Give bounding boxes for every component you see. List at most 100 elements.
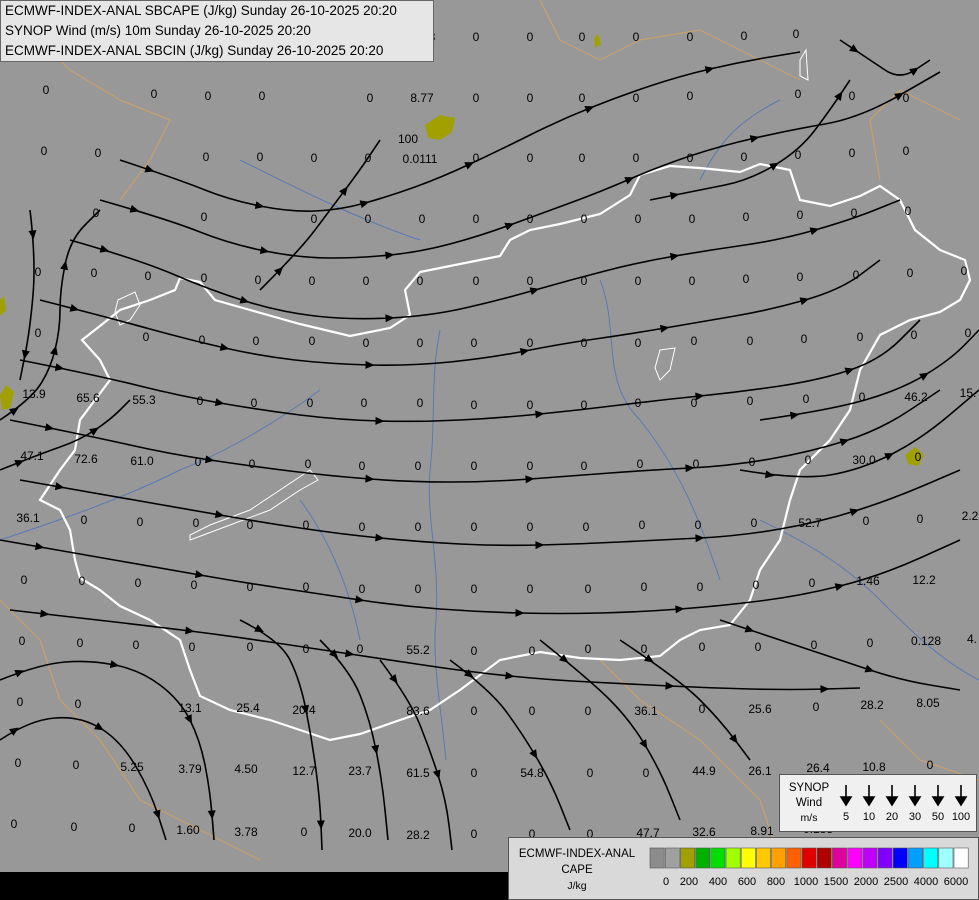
cape-value-label: 0	[529, 704, 536, 718]
cape-value-label: 0	[853, 268, 860, 282]
cape-value-label: 13.1	[178, 701, 202, 715]
cape-value-label: 0	[863, 514, 870, 528]
cape-color-swatch	[664, 847, 680, 869]
cape-color-swatch	[680, 847, 695, 869]
cape-value-label: 0	[151, 87, 158, 101]
cape-value-label: 0	[81, 513, 88, 527]
cape-value-label: 0	[135, 576, 142, 590]
map-canvas[interactable]: 000008.77000000000004e-080000001000.0111…	[0, 0, 979, 900]
cape-value-label: 0	[803, 392, 810, 406]
cape-color-swatch	[862, 847, 878, 869]
cape-value-label: 23.7	[348, 764, 372, 778]
cape-color-swatch	[695, 847, 711, 869]
cape-value-label: 0	[527, 459, 534, 473]
cape-value-label: 0	[741, 150, 748, 164]
cape-value-label: 0	[21, 573, 28, 587]
wind-speed-100: 100	[951, 811, 971, 823]
cape-value-label: 8.91	[750, 824, 774, 838]
cape-value-label: 0	[307, 396, 314, 410]
cape-value-label: 0	[961, 264, 968, 278]
cape-value-label: 4.50	[234, 762, 258, 776]
cape-value-label: 0	[193, 516, 200, 530]
cape-value-label: 0	[527, 520, 534, 534]
cape-value-label: 0	[17, 695, 24, 709]
cape-value-label: 0	[797, 208, 804, 222]
cape-value-label: 0	[471, 766, 478, 780]
synop-legend-subtitle: Wind	[795, 797, 823, 809]
cape-value-label: 0	[585, 642, 592, 656]
cape-value-label: 55.3	[132, 393, 156, 407]
cape-value-label: 0	[641, 642, 648, 656]
cape-value-label: 61.0	[130, 454, 154, 468]
cape-value-label: 0	[581, 212, 588, 226]
cape-value-label: 0	[75, 697, 82, 711]
wind-speed-50: 50	[931, 811, 945, 823]
cape-value-label: 0	[415, 582, 422, 596]
cape-value-label: 0	[251, 396, 258, 410]
cape-color-scale	[649, 847, 969, 869]
cape-value-label: 0	[309, 274, 316, 288]
cape-color-swatch	[923, 847, 939, 869]
cape-value-label: 61.5	[406, 766, 430, 780]
cape-value-label: 0	[691, 334, 698, 348]
cape-value-label: 3.79	[178, 762, 202, 776]
cape-color-swatch	[771, 847, 787, 869]
cape-value-label: 0	[197, 394, 204, 408]
cape-color-swatch	[938, 847, 954, 869]
cape-value-label: 0	[579, 151, 586, 165]
cape-color-swatch	[756, 847, 771, 869]
cape-value-label: 100	[398, 132, 418, 146]
cape-value-label: 0	[15, 756, 22, 770]
cape-value-label: 0	[587, 766, 594, 780]
cape-value-label: 0	[473, 91, 480, 105]
cape-value-label: 0	[747, 394, 754, 408]
cape-color-swatch	[740, 847, 756, 869]
cape-value-label: 0	[903, 144, 910, 158]
cape-value-label: 20.0	[348, 826, 372, 840]
weather-map-viewer: 000008.77000000000004e-080000001000.0111…	[0, 0, 979, 900]
cape-color-legend: ECMWF-INDEX-ANAL CAPE J/kg 0 200 400 600 800…	[508, 837, 979, 900]
cape-value-label: 0	[417, 274, 424, 288]
cape-value-label: 0	[205, 89, 212, 103]
cape-value-label: 0	[35, 265, 42, 279]
cape-value-label: 0	[19, 634, 26, 648]
cape-value-label: 0	[199, 333, 206, 347]
cape-value-label: 65.6	[76, 391, 100, 405]
cape-value-label: 25.6	[748, 702, 772, 716]
cape-value-label: 0	[527, 274, 534, 288]
cape-value-label: 0	[635, 274, 642, 288]
cape-value-label: 0	[805, 453, 812, 467]
cape-value-label: 0	[927, 758, 934, 772]
cape-value-label: 0	[73, 758, 80, 772]
cape-value-label: 0	[303, 518, 310, 532]
cape-value-label: 0	[581, 398, 588, 412]
cape-value-label: 30.0	[852, 453, 876, 467]
cape-value-label: 13.9	[22, 387, 46, 401]
cape-color-swatch	[801, 847, 817, 869]
cape-color-swatch	[832, 847, 847, 869]
cape-value-label: 0	[849, 89, 856, 103]
cape-value-label: 83.6	[406, 704, 430, 718]
cape-value-label: 0	[689, 274, 696, 288]
cape-value-label: 0	[687, 89, 694, 103]
cape-value-label: 0	[795, 148, 802, 162]
map-title-box: ECMWF-INDEX-ANAL SBCAPE (J/kg) Sunday 26…	[0, 0, 434, 62]
cape-value-label: 0	[249, 457, 256, 471]
synop-wind-legend: SYNOP Wind m/s 5 10 20 30 50 100	[779, 774, 977, 832]
cape-value-label: 0	[585, 582, 592, 596]
cape-value-label: 0	[755, 640, 762, 654]
cape-value-label: 0	[95, 146, 102, 160]
cape-color-swatch	[816, 847, 832, 869]
cape-value-label: 0	[527, 336, 534, 350]
cape-value-label: 0	[359, 459, 366, 473]
cape-value-label: 0.128	[911, 634, 941, 648]
cape-color-swatch	[877, 847, 893, 869]
cape-value-label: 0	[361, 396, 368, 410]
cape-value-label: 0	[255, 273, 262, 287]
cape-value-label: 0	[965, 326, 972, 340]
cape-value-label: 0	[473, 30, 480, 44]
cape-value-label: 0	[137, 515, 144, 529]
cape-value-label: 0	[257, 150, 264, 164]
cape-value-label: 0	[471, 827, 478, 841]
wind-speed-20: 20	[885, 811, 899, 823]
